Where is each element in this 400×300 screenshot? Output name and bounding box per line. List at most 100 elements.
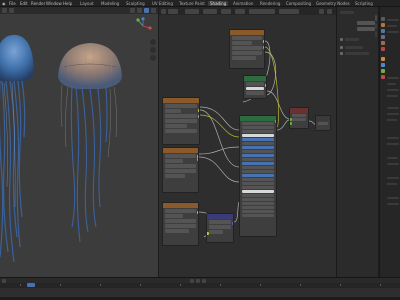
node-field[interactable]: [242, 130, 274, 133]
node-field[interactable]: [209, 220, 231, 224]
menu-file[interactable]: File: [9, 1, 16, 6]
node-field[interactable]: [242, 166, 274, 169]
base-color-swatch[interactable]: [242, 134, 274, 137]
node-field[interactable]: [242, 210, 274, 213]
node-header[interactable]: [240, 116, 276, 121]
menu-window[interactable]: Window: [46, 1, 62, 6]
node-field[interactable]: [242, 214, 274, 217]
playhead[interactable]: [27, 283, 35, 287]
node-header[interactable]: [244, 76, 266, 81]
node-field[interactable]: [242, 182, 274, 185]
node-field[interactable]: [242, 122, 274, 125]
properties-toggle[interactable]: [340, 46, 343, 49]
node-field[interactable]: [165, 209, 196, 213]
output-socket[interactable]: [197, 115, 199, 118]
node-principled-bsdf[interactable]: [239, 115, 277, 237]
node-field[interactable]: [209, 230, 223, 234]
node-field[interactable]: [165, 174, 185, 178]
sidebar-name-field[interactable]: [357, 21, 375, 25]
node-field[interactable]: [165, 214, 183, 218]
color-ramp-bar[interactable]: [246, 87, 264, 90]
node-field[interactable]: [246, 91, 264, 95]
output-socket[interactable]: [197, 109, 199, 112]
node-image-texture-top[interactable]: [229, 29, 265, 69]
node-field[interactable]: [165, 229, 189, 233]
node-header[interactable]: [316, 116, 330, 121]
node-field[interactable]: [165, 129, 197, 133]
rendered-shading-icon[interactable]: [151, 8, 156, 13]
node-field[interactable]: [165, 119, 197, 123]
node-image-texture-3[interactable]: [162, 202, 199, 246]
node-field[interactable]: [165, 124, 187, 128]
view-layer-tab-icon[interactable]: [381, 35, 385, 39]
output-socket[interactable]: [262, 40, 264, 43]
node-field[interactable]: [242, 202, 274, 205]
output-socket[interactable]: [196, 158, 198, 161]
output-socket[interactable]: [231, 222, 233, 225]
node-field[interactable]: [165, 114, 197, 118]
tab-compositing[interactable]: Compositing: [284, 1, 313, 6]
editor-type-icon[interactable]: [2, 278, 6, 283]
node-field[interactable]: [165, 154, 196, 158]
emission-color-swatch[interactable]: [242, 190, 274, 193]
node-field[interactable]: [242, 186, 274, 189]
node-field[interactable]: [242, 146, 274, 149]
color-checkbox[interactable]: [340, 38, 343, 41]
node-field[interactable]: [165, 224, 196, 228]
node-field[interactable]: [165, 169, 196, 173]
sidebar-label-field[interactable]: [357, 27, 375, 31]
node-field[interactable]: [242, 178, 274, 181]
world-tab-icon[interactable]: [381, 47, 385, 51]
tab-animation[interactable]: Animation: [231, 1, 255, 6]
node-field[interactable]: [242, 198, 274, 201]
tab-shading[interactable]: Shading: [208, 1, 229, 6]
node-material-output[interactable]: [289, 107, 309, 129]
blender-logo-icon[interactable]: ◉: [2, 1, 6, 6]
play-forward-icon[interactable]: [202, 278, 206, 283]
tab-modeling[interactable]: Modeling: [99, 1, 121, 6]
node-field[interactable]: [165, 164, 196, 168]
node-field[interactable]: [292, 114, 306, 117]
play-back-icon[interactable]: [190, 278, 194, 283]
3d-viewport[interactable]: [0, 7, 158, 277]
input-socket[interactable]: [290, 118, 292, 121]
node-field[interactable]: [165, 104, 197, 108]
tab-uv-editing[interactable]: UV Editing: [150, 1, 175, 6]
pan-hand-icon[interactable]: [150, 47, 156, 53]
timeline[interactable]: [0, 277, 400, 300]
modifier-tab-icon[interactable]: [381, 63, 385, 67]
node-field[interactable]: [232, 36, 262, 40]
node-field[interactable]: [165, 109, 181, 113]
output-socket[interactable]: [262, 46, 264, 49]
node-field[interactable]: [242, 206, 274, 209]
sidebar-tab-node[interactable]: [375, 15, 377, 21]
xray-icon[interactable]: [137, 8, 142, 13]
output-socket[interactable]: [274, 120, 276, 123]
node-field[interactable]: [242, 142, 274, 145]
node-header[interactable]: [290, 108, 308, 113]
node-field[interactable]: [165, 159, 183, 163]
node-field[interactable]: [242, 150, 274, 153]
node-output-reroute[interactable]: [315, 115, 331, 131]
sidebar-tab-view[interactable]: [375, 31, 377, 37]
node-image-texture-2[interactable]: [162, 147, 199, 193]
node-field[interactable]: [242, 138, 274, 141]
sidebar-tab-tool[interactable]: [375, 23, 377, 29]
node-color-ramp[interactable]: [243, 75, 267, 99]
camera-view-icon[interactable]: [150, 55, 156, 61]
tab-geometry-nodes[interactable]: Geometry Nodes: [314, 1, 352, 6]
menu-render[interactable]: Render: [31, 1, 45, 6]
node-header[interactable]: [163, 148, 198, 153]
node-field[interactable]: [242, 162, 274, 165]
render-tab-icon[interactable]: [381, 23, 385, 27]
tab-rendering[interactable]: Rendering: [258, 1, 282, 6]
scene-tab-icon[interactable]: [381, 41, 385, 45]
node-field[interactable]: [232, 51, 262, 55]
node-field[interactable]: [318, 122, 328, 125]
node-header[interactable]: [207, 214, 233, 219]
node-field[interactable]: [232, 41, 252, 45]
node-field[interactable]: [232, 56, 256, 60]
material-preview-icon[interactable]: [144, 8, 149, 13]
node-field[interactable]: [165, 219, 196, 223]
node-header[interactable]: [163, 203, 198, 208]
